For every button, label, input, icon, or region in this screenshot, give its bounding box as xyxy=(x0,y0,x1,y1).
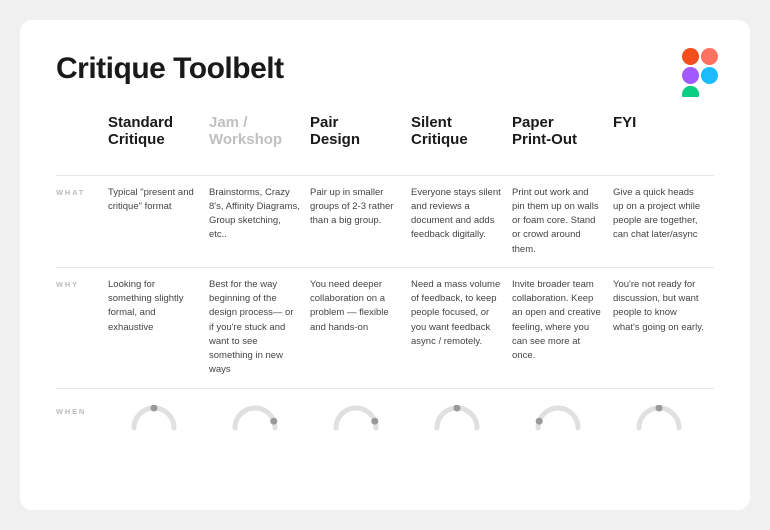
col-header-text-fyi: FYI xyxy=(613,114,714,131)
col-header-jam: Jam /Workshop xyxy=(209,114,310,165)
col-header-standard: StandardCritique xyxy=(108,114,209,165)
page-title: Critique Toolbelt xyxy=(56,52,714,86)
what-cells: Typical "present and critique" formatBra… xyxy=(108,186,714,257)
what-text-paper: Print out work and pin them up on walls … xyxy=(512,186,613,257)
what-text-pair: Pair up in smaller groups of 2-3 rather … xyxy=(310,186,411,229)
why-text-silent: Need a mass volume of feedback, to keep … xyxy=(411,278,512,349)
why-label: WHY xyxy=(56,280,108,289)
content-layout: StandardCritiqueJam /WorkshopPairDesignS… xyxy=(56,114,714,431)
why-text-fyi: You're not ready for discussion, but wan… xyxy=(613,278,714,335)
col-header-text-silent: SilentCritique xyxy=(411,114,512,149)
why-cell-jam: Best for the way beginning of the design… xyxy=(209,278,310,378)
col-header-text-pair: PairDesign xyxy=(310,114,411,149)
col-header-fyi: FYI xyxy=(613,114,714,165)
why-divider xyxy=(56,257,714,278)
col-header-text-jam: Jam /Workshop xyxy=(209,114,310,149)
column-headers: StandardCritiqueJam /WorkshopPairDesignS… xyxy=(108,114,714,165)
col-header-paper: PaperPrint-Out xyxy=(512,114,613,165)
what-text-fyi: Give a quick heads up on a project while… xyxy=(613,186,714,243)
why-text-pair: You need deeper collaboration on a probl… xyxy=(310,278,411,335)
what-label: WHAT xyxy=(56,188,108,197)
what-divider xyxy=(56,165,714,186)
gauge-cell-fyi xyxy=(613,405,714,431)
col-header-text-standard: StandardCritique xyxy=(108,114,209,149)
what-cell-jam: Brainstorms, Crazy 8's, Affinity Diagram… xyxy=(209,186,310,257)
gauge-cell-paper xyxy=(512,405,613,431)
why-cell-paper: Invite broader team collaboration. Keep … xyxy=(512,278,613,378)
what-cell-paper: Print out work and pin them up on walls … xyxy=(512,186,613,257)
header-row: StandardCritiqueJam /WorkshopPairDesignS… xyxy=(56,114,714,165)
gauge-cell-pair xyxy=(310,405,411,431)
why-text-paper: Invite broader team collaboration. Keep … xyxy=(512,278,613,364)
main-card: Critique Toolbelt StandardCritiqueJam /W… xyxy=(20,20,750,510)
what-label-col: WHAT xyxy=(56,186,108,257)
why-text-jam: Best for the way beginning of the design… xyxy=(209,278,310,378)
what-row: WHAT Typical "present and critique" form… xyxy=(56,186,714,257)
why-cell-silent: Need a mass volume of feedback, to keep … xyxy=(411,278,512,378)
why-cells: Looking for something slightly formal, a… xyxy=(108,278,714,378)
what-cell-fyi: Give a quick heads up on a project while… xyxy=(613,186,714,257)
why-row: WHY Looking for something slightly forma… xyxy=(56,278,714,378)
why-cell-standard: Looking for something slightly formal, a… xyxy=(108,278,209,378)
col-header-pair: PairDesign xyxy=(310,114,411,165)
why-cell-pair: You need deeper collaboration on a probl… xyxy=(310,278,411,378)
figma-logo xyxy=(682,48,718,96)
why-label-col: WHY xyxy=(56,278,108,378)
what-cell-silent: Everyone stays silent and reviews a docu… xyxy=(411,186,512,257)
what-text-silent: Everyone stays silent and reviews a docu… xyxy=(411,186,512,243)
what-cell-pair: Pair up in smaller groups of 2-3 rather … xyxy=(310,186,411,257)
gauge-row xyxy=(108,405,714,431)
what-cell-standard: Typical "present and critique" format xyxy=(108,186,209,257)
when-divider xyxy=(56,378,714,399)
col-header-text-paper: PaperPrint-Out xyxy=(512,114,613,149)
when-label-col: WHEN xyxy=(56,405,108,416)
when-row: WHEN xyxy=(56,405,714,431)
what-text-standard: Typical "present and critique" format xyxy=(108,186,209,215)
what-text-jam: Brainstorms, Crazy 8's, Affinity Diagram… xyxy=(209,186,310,243)
why-text-standard: Looking for something slightly formal, a… xyxy=(108,278,209,335)
when-label: WHEN xyxy=(56,407,108,416)
label-spacer xyxy=(56,114,108,165)
col-header-silent: SilentCritique xyxy=(411,114,512,165)
gauge-cell-jam xyxy=(209,405,310,431)
why-cell-fyi: You're not ready for discussion, but wan… xyxy=(613,278,714,378)
gauge-cell-standard xyxy=(108,405,209,431)
gauge-cell-silent xyxy=(411,405,512,431)
